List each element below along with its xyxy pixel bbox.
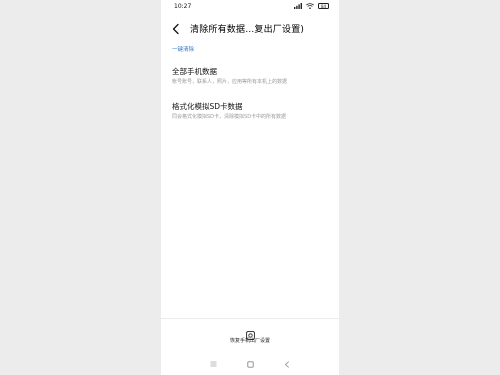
chevron-left-icon — [172, 23, 179, 35]
menu-icon — [210, 361, 216, 367]
header: 清除所有数据…复出厂设置) — [161, 18, 339, 40]
status-bar: 10:27 84 — [161, 0, 339, 14]
back-arrow-icon — [285, 360, 289, 368]
option-all-phone-data[interactable]: 全部手机数据 帐号账号，联系人，照片，应用等所有本机上的数据 — [161, 66, 339, 94]
section-label: 一键清除 — [172, 47, 195, 53]
factory-reset-label: 恢复手机出厂设置 — [229, 338, 270, 344]
option-description: 帐号账号，联系人，照片，应用等所有本机上的数据 — [172, 79, 288, 85]
signal-icon — [294, 3, 302, 9]
option-title: 格式化模拟SD卡数据 — [172, 102, 243, 111]
back-button[interactable] — [168, 21, 184, 37]
wifi-icon — [306, 3, 314, 9]
factory-reset-button[interactable]: 恢复手机出厂设置 — [211, 323, 289, 347]
menu-button[interactable] — [208, 359, 218, 369]
battery-icon: 84 — [318, 3, 329, 9]
status-time: 10:27 — [174, 3, 192, 10]
home-button[interactable] — [245, 359, 255, 369]
navigation-bar — [161, 357, 339, 371]
footer-divider — [161, 318, 339, 319]
back-nav-button[interactable] — [282, 359, 292, 369]
option-description: 同会格式化模拟SD卡，清除模拟SD卡中的所有数据 — [172, 114, 287, 120]
home-icon — [246, 360, 254, 368]
option-title: 全部手机数据 — [172, 67, 217, 76]
phone-screen: 10:27 84 清除所有数据…复出厂设置) 一键清除 全部手机数据 帐号账号，… — [161, 0, 339, 375]
page-title: 清除所有数据…复出厂设置) — [190, 25, 305, 35]
option-format-sd-card[interactable]: 格式化模拟SD卡数据 同会格式化模拟SD卡，清除模拟SD卡中的所有数据 — [161, 101, 339, 129]
status-icons: 84 — [294, 3, 329, 9]
